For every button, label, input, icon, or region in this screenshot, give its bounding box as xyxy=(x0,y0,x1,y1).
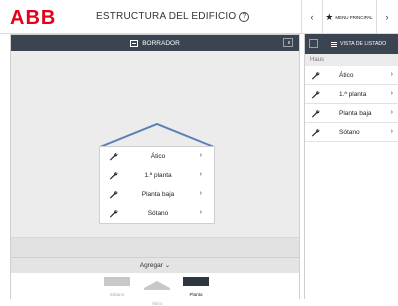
svg-text:ABB: ABB xyxy=(10,7,56,27)
building-structure-panel: BORRADOR Ático › 1.ª planta › Planta baj… xyxy=(10,34,300,306)
list-icon xyxy=(331,41,337,47)
breadcrumb[interactable]: Haus xyxy=(305,54,398,66)
list-item-name: Ático xyxy=(339,72,354,79)
draft-button[interactable]: BORRADOR xyxy=(11,35,299,51)
tray-item-planta[interactable]: Planta xyxy=(182,277,210,297)
tray-item-atico[interactable]: Ático xyxy=(143,277,171,306)
page-title-text: ESTRUCTURA DEL EDIFICIO xyxy=(96,11,237,22)
add-button[interactable]: Agregar ⌄ xyxy=(11,257,299,273)
roof-shape xyxy=(99,122,215,148)
list-view-button[interactable]: VISTA DE LISTADO xyxy=(331,34,386,54)
collapse-panel-icon[interactable] xyxy=(283,38,293,47)
building-canvas: Ático › 1.ª planta › Planta baja › Sótan… xyxy=(11,51,299,273)
main-menu-label: MENU PRINCIPAL xyxy=(335,14,373,20)
expand-panel-icon[interactable] xyxy=(309,39,318,48)
star-icon: ★ xyxy=(325,11,334,22)
wrench-icon xyxy=(311,90,320,99)
ground-strip xyxy=(11,237,299,257)
list-view-toolbar: VISTA DE LISTADO xyxy=(305,34,398,54)
chevron-right-icon: › xyxy=(199,152,202,159)
element-tray: Sótano Ático Planta xyxy=(11,273,299,306)
floor-list: Ático › 1.ª planta › Planta baja › Sótan… xyxy=(99,146,215,224)
floor-row-atico[interactable]: Ático › xyxy=(100,147,214,166)
list-item-planta-baja[interactable]: Planta baja › xyxy=(305,104,398,123)
list-item-1-planta[interactable]: 1.ª planta › xyxy=(305,85,398,104)
list-item-name: Planta baja xyxy=(339,110,372,117)
list-item-sotano[interactable]: Sótano › xyxy=(305,123,398,142)
floor-name: Planta baja xyxy=(141,191,175,198)
floor-name: Sótano xyxy=(147,210,169,217)
floor-name: Ático xyxy=(150,153,166,160)
list-item-name: Sótano xyxy=(339,129,360,136)
tray-item-sotano[interactable]: Sótano xyxy=(103,277,131,297)
draft-label: BORRADOR xyxy=(142,39,180,47)
wrench-icon xyxy=(311,71,320,80)
nav-prev-button[interactable]: ‹ xyxy=(302,0,322,34)
tray-label: Ático xyxy=(151,301,163,306)
tray-label: Planta xyxy=(189,292,203,297)
wrench-icon xyxy=(311,128,320,137)
list-item-name: 1.ª planta xyxy=(339,91,367,98)
abb-logo: ABB xyxy=(10,7,56,27)
help-icon[interactable]: ? xyxy=(239,12,250,22)
floor-row-sotano[interactable]: Sótano › xyxy=(100,204,214,223)
floor-row-planta-baja[interactable]: Planta baja › xyxy=(100,185,214,204)
chevron-right-icon: › xyxy=(199,209,202,216)
chevron-right-icon: › xyxy=(390,109,393,116)
list-view-panel: VISTA DE LISTADO Haus Ático › 1.ª planta… xyxy=(304,34,398,299)
page-title: ESTRUCTURA DEL EDIFICIO? xyxy=(96,11,250,22)
roof-block-icon xyxy=(144,281,170,290)
draft-toolbar: BORRADOR xyxy=(11,35,299,51)
app-header: ABB ESTRUCTURA DEL EDIFICIO? ‹ ★ MENU PR… xyxy=(0,0,398,34)
nav-next-button[interactable]: › xyxy=(376,0,398,34)
floor-block-icon xyxy=(183,277,209,286)
basement-block-icon xyxy=(104,277,130,286)
list-item-atico[interactable]: Ático › xyxy=(305,66,398,85)
main-menu-button[interactable]: ★ MENU PRINCIPAL xyxy=(322,0,376,34)
chevron-right-icon: › xyxy=(199,190,202,197)
chevron-right-icon: › xyxy=(390,128,393,135)
list-view-label: VISTA DE LISTADO xyxy=(340,41,387,47)
floor-row-1-planta[interactable]: 1.ª planta › xyxy=(100,166,214,185)
tray-label: Sótano xyxy=(109,292,125,297)
wrench-icon xyxy=(311,109,320,118)
chevron-right-icon: › xyxy=(390,71,393,78)
chevron-right-icon: › xyxy=(199,171,202,178)
chevron-right-icon: › xyxy=(390,90,393,97)
floor-name: 1.ª planta xyxy=(144,172,172,179)
draft-icon xyxy=(130,39,139,47)
